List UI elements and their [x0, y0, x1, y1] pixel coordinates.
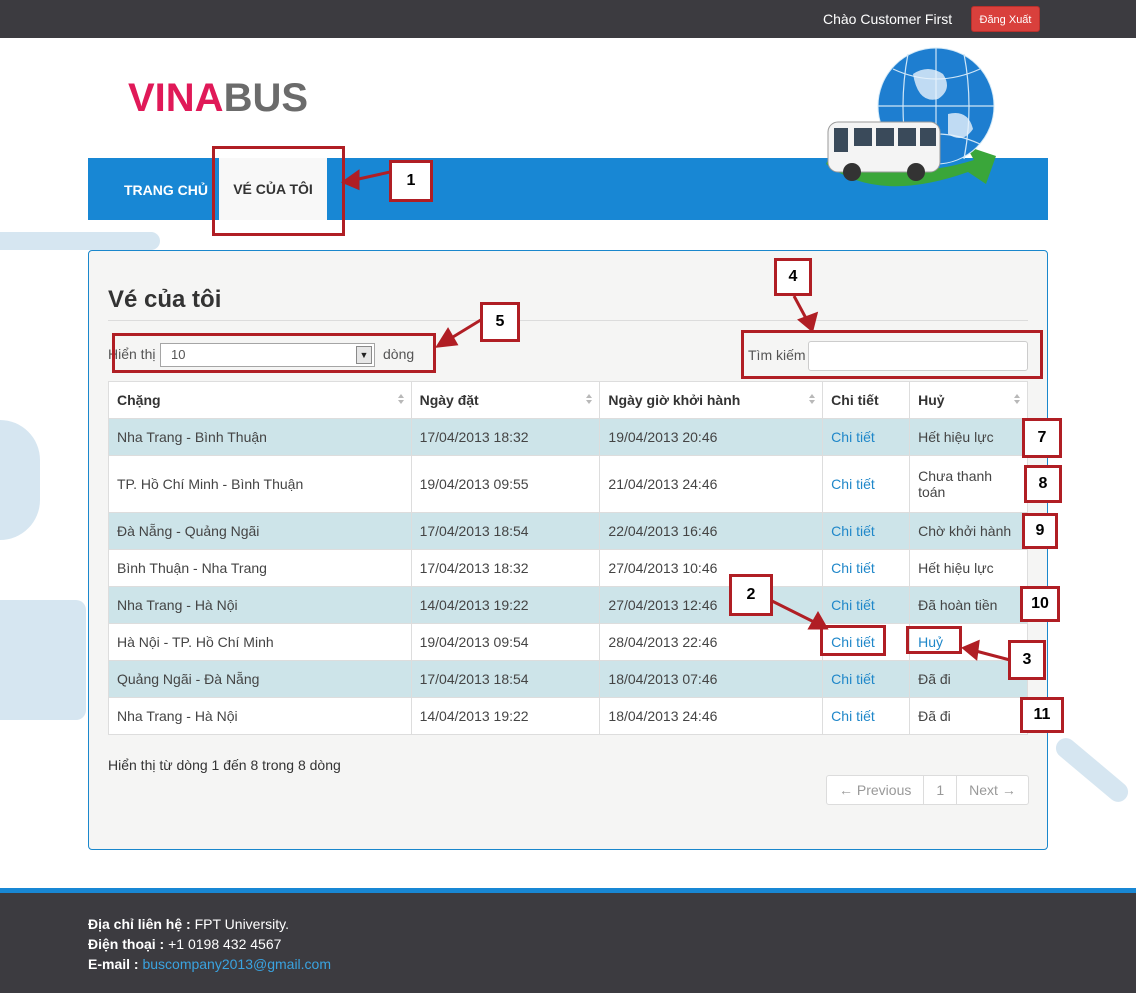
- annotation-label: 4: [774, 258, 812, 296]
- annotation-label: 2: [729, 574, 773, 616]
- annotation-label: 10: [1020, 586, 1060, 622]
- annotation-label: 3: [1008, 640, 1046, 680]
- annotation-label: 1: [389, 160, 433, 202]
- annotation-label: 8: [1024, 465, 1062, 503]
- annotation-label: 5: [480, 302, 520, 342]
- annotation-label: 9: [1022, 513, 1058, 549]
- annotation-arrows: [340, 169, 1011, 662]
- annotation-label: 7: [1022, 418, 1062, 458]
- annotation-label: 11: [1020, 697, 1064, 733]
